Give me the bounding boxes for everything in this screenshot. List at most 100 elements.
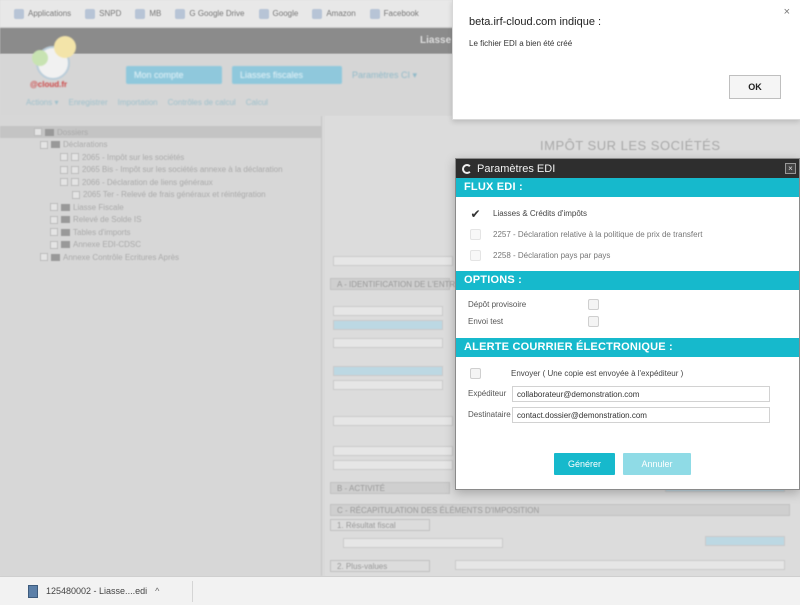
form-field[interactable] [333,416,453,426]
option-envoi-test[interactable]: Envoi test [456,313,799,330]
account-button[interactable]: Mon compte [126,66,222,84]
recipient-label: Destinataire [468,410,511,419]
close-icon[interactable]: × [785,163,796,174]
logo-cloud-shape [32,50,48,66]
import-link[interactable]: Importation [118,98,158,107]
form-field[interactable] [333,446,453,456]
bookmark[interactable]: Amazon [312,8,356,19]
bookmark[interactable]: MB [135,8,161,19]
folder-icon [45,128,54,136]
checkbox[interactable] [50,240,58,249]
form-field[interactable] [333,380,443,390]
close-icon[interactable]: × [784,6,790,18]
generate-button[interactable]: Générer [554,453,616,475]
browser-alert-dialog: × beta.irf-cloud.com indique : Le fichie… [452,0,800,120]
bookmark-icon [85,8,96,19]
document-title: IMPÔT SUR LES SOCIÉTÉS [540,138,721,153]
flux-section-header: FLUX EDI : [456,178,799,197]
tree-item[interactable]: Liasse Fiscale [0,201,321,213]
folder-icon [61,228,70,236]
checkbox[interactable] [60,165,68,174]
checkmark-icon[interactable]: ✔ [470,207,481,221]
checkbox[interactable] [470,250,481,261]
download-filename[interactable]: 125480002 - Liasse....edi [46,586,147,596]
compute-link[interactable]: Calcul [246,98,268,107]
logo-cloud-shape [54,36,76,58]
bookmark-icon [312,8,323,19]
folder-icon [61,203,70,211]
app-logo[interactable]: @cloud.fr [26,32,86,102]
section-subheader: 2. Plus-values [330,560,430,572]
send-copy-option[interactable]: Envoyer ( Une copie est envoyée à l'expé… [456,363,799,384]
recipient-input[interactable]: contact.dossier@demonstration.com [512,406,770,423]
checkbox[interactable] [34,128,42,136]
form-field[interactable] [333,320,443,330]
checkbox[interactable] [40,140,48,149]
bookmark-icon [369,8,380,19]
folder-icon [51,141,60,148]
checkbox[interactable] [50,203,58,211]
checkbox[interactable] [60,178,68,186]
dialog-buttons: Générer Annuler [554,453,692,475]
tree-item[interactable]: Relevé de Solde IS [0,214,321,226]
flux-item-liasses[interactable]: ✔ Liasses & Crédits d'impôts [456,203,799,224]
actions-menu[interactable]: Actions ▾ [26,98,58,107]
tree-item[interactable]: Annexe EDI-CDSC [0,239,321,251]
bookmark[interactable]: Applications [14,8,71,19]
tree-item[interactable]: Déclarations [0,139,321,151]
save-link[interactable]: Enregistrer [68,98,107,107]
checkbox[interactable] [470,368,481,379]
bookmark[interactable]: SNPD [85,8,121,19]
liasses-button[interactable]: Liasses fiscales [232,66,342,84]
tree-item[interactable]: Annexe Contrôle Ecritures Après [0,251,321,263]
checkbox[interactable] [40,253,48,261]
folder-icon [51,253,60,261]
bookmark-icon [14,8,24,19]
tree-item[interactable]: 2065 Ter - Relevé de frais généraux et r… [0,189,321,201]
sub-navigation: Actions ▾ Enregistrer Importation Contrô… [26,98,268,107]
form-field[interactable] [333,366,443,376]
sender-input[interactable]: collaborateur@demonstration.com [512,385,770,402]
folder-tree: Dossiers Déclarations 2065 - Impôt sur l… [0,116,322,576]
chevron-up-icon[interactable]: ^ [155,586,159,596]
bookmark[interactable]: Facebook [369,8,419,19]
flux-item-2258[interactable]: 2258 - Déclaration pays par pays [456,245,799,266]
bookmark-icon [175,8,186,19]
settings-tab[interactable]: Paramètres CI ▾ [352,70,417,81]
form-field[interactable] [333,256,453,266]
checkbox[interactable] [588,299,599,310]
section-header: C - RÉCAPITULATION DES ÉLÉMENTS D'IMPOSI… [330,504,790,516]
form-field[interactable] [455,560,785,570]
section-header: B - ACTIVITÉ [330,482,450,494]
tree-item[interactable]: 2065 - Impôt sur les sociétés [0,151,321,163]
ok-button[interactable]: OK [729,75,781,99]
section-header: A - IDENTIFICATION DE L'ENTREPRISE [330,278,485,290]
checkbox[interactable] [470,229,481,240]
checkbox[interactable] [71,153,79,161]
checkbox[interactable] [50,215,58,224]
cancel-button[interactable]: Annuler [623,453,692,475]
dialog-title: Paramètres EDI [477,162,556,175]
bookmark[interactable]: Google [258,8,298,19]
alert-message: Le fichier EDI a bien été créé [469,39,573,48]
form-field[interactable] [333,460,453,470]
checkbox[interactable] [588,316,599,327]
tree-item[interactable]: 2066 - Déclaration de liens généraux [0,176,321,188]
checkbox[interactable] [72,190,80,199]
option-depot-provisoire[interactable]: Dépôt provisoire [456,296,799,313]
bookmark[interactable]: G Google Drive [175,8,245,19]
form-field[interactable] [333,306,443,316]
form-field[interactable] [705,536,785,546]
alert-header: beta.irf-cloud.com indique : [469,16,602,28]
checkbox[interactable] [50,228,58,236]
checkbox[interactable] [71,165,79,174]
flux-item-2257[interactable]: 2257 - Déclaration relative à la politiq… [456,224,799,245]
checks-link[interactable]: Contrôles de calcul [168,98,236,107]
tree-item[interactable]: Dossiers [0,126,321,138]
checkbox[interactable] [60,153,68,161]
form-field[interactable] [333,338,443,348]
tree-item[interactable]: Tables d'imports [0,226,321,238]
form-field[interactable] [343,538,503,548]
tree-item[interactable]: 2065 Bis - Impôt sur les sociétés annexe… [0,164,321,176]
checkbox[interactable] [71,178,79,186]
